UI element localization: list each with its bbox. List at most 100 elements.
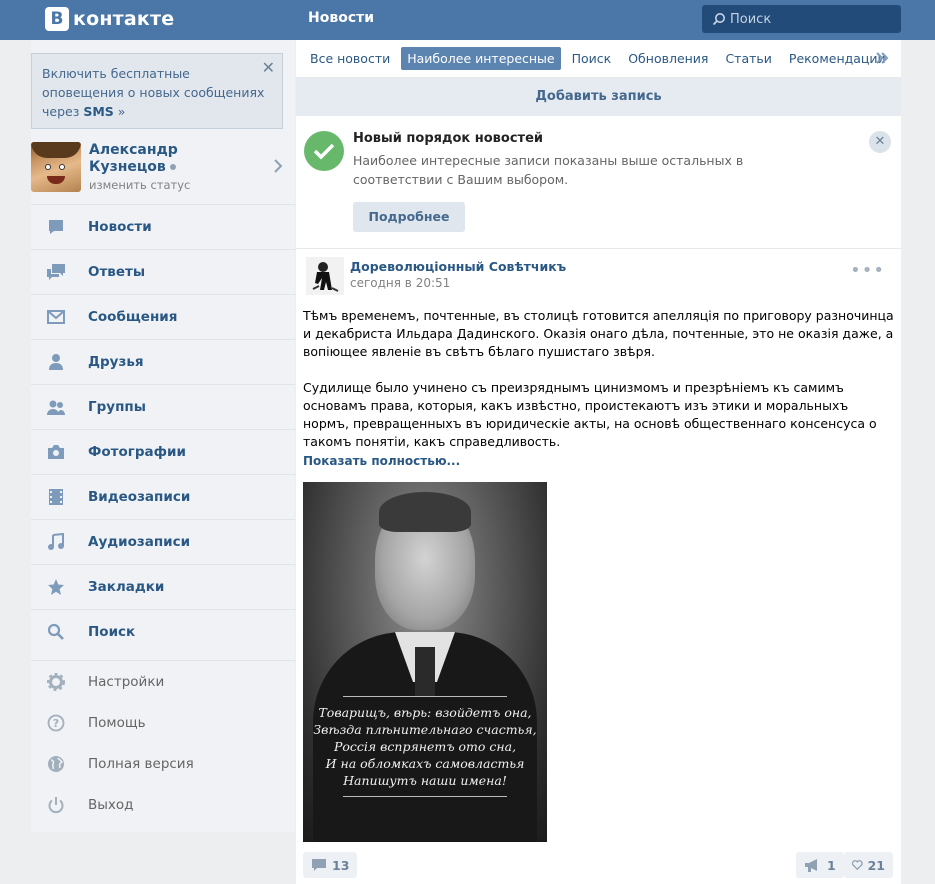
power-icon — [46, 795, 66, 815]
sms-notice-text: Включить бесплатные оповещения о новых с… — [42, 66, 265, 119]
feed-order-notice: Новый порядок новостей Наиболее интересн… — [296, 116, 901, 249]
feed-tabs: Все новости Наиболее интересные Поиск Об… — [296, 40, 901, 78]
profile-name[interactable]: Александр Кузнецов — [89, 142, 178, 176]
logo-text: контакте — [73, 8, 175, 30]
author-avatar[interactable] — [306, 257, 344, 295]
menu-label: Новости — [88, 219, 152, 235]
menu-item-news[interactable]: Новости — [31, 204, 295, 249]
secondary-menu: Настройки ? Помощь Полная версия Выход — [31, 660, 295, 825]
help-icon: ? — [46, 713, 66, 733]
change-status-link[interactable]: изменить статус — [89, 178, 190, 192]
menu-label: Помощь — [88, 714, 146, 731]
tab-updates[interactable]: Обновления — [622, 47, 714, 70]
sms-link[interactable]: SMS — [83, 104, 113, 119]
post-actions: 13 1 21 — [303, 852, 893, 878]
logo-mark: В — [45, 7, 69, 31]
show-more-link[interactable]: Показать полностью... — [303, 454, 460, 468]
menu-item-settings[interactable]: Настройки — [31, 661, 295, 702]
svg-text:?: ? — [53, 717, 59, 730]
groups-icon — [46, 397, 66, 417]
menu-item-replies[interactable]: Ответы — [31, 249, 295, 294]
messages-icon — [46, 307, 66, 327]
search-input[interactable]: Поиск — [702, 5, 901, 33]
caption-line: И на обломкахъ самовластья — [325, 756, 525, 771]
post-paragraph: Тѣмъ временемъ, почтенные, въ столицѣ го… — [303, 308, 894, 359]
menu-item-photos[interactable]: Фотографии — [31, 429, 295, 474]
share-button[interactable]: 1 — [796, 852, 844, 878]
chevron-right-icon[interactable] — [273, 158, 283, 174]
menu-label: Друзья — [88, 354, 144, 370]
add-post-button[interactable]: Добавить запись — [296, 78, 901, 116]
menu-label: Выход — [88, 796, 134, 813]
menu-item-groups[interactable]: Группы — [31, 384, 295, 429]
menu-label: Видеозаписи — [88, 489, 191, 505]
post-author[interactable]: Дореволюціонный Совѣтчикъ — [350, 259, 566, 274]
caption-line: Напишутъ наши имена! — [343, 773, 507, 788]
menu-item-messages[interactable]: Сообщения — [31, 294, 295, 339]
menu-item-videos[interactable]: Видеозаписи — [31, 474, 295, 519]
search-icon — [46, 622, 66, 642]
menu-label: Настройки — [88, 673, 165, 690]
megaphone-icon — [805, 859, 817, 872]
post-image[interactable]: Товарищъ, вѣрь: взойдетъ она, Звѣзда плѣ… — [303, 482, 547, 842]
tab-most-interesting[interactable]: Наиболее интересные — [401, 47, 561, 70]
heart-icon — [852, 860, 863, 871]
menu-item-friends[interactable]: Друзья — [31, 339, 295, 384]
caption-line: Звѣзда плѣнительнаго счастья, — [313, 722, 537, 737]
news-feed: Все новости Наиболее интересные Поиск Об… — [296, 40, 901, 884]
search-placeholder: Поиск — [730, 11, 772, 27]
close-icon[interactable]: ✕ — [869, 131, 891, 153]
menu-label: Сообщения — [88, 309, 178, 325]
notice-text: Наиболее интересные записи показаны выше… — [353, 153, 744, 187]
replies-icon — [46, 262, 66, 282]
double-chevron-right-icon[interactable] — [875, 50, 889, 66]
menu-label: Группы — [88, 399, 146, 415]
check-icon — [304, 131, 344, 171]
menu-item-logout[interactable]: Выход — [31, 784, 295, 825]
tab-search[interactable]: Поиск — [566, 47, 618, 70]
tab-all-news[interactable]: Все новости — [304, 47, 396, 70]
friends-icon — [46, 352, 66, 372]
avatar[interactable] — [31, 142, 81, 192]
close-icon[interactable]: ✕ — [262, 58, 275, 77]
menu-item-bookmarks[interactable]: Закладки — [31, 564, 295, 609]
news-icon — [46, 217, 66, 237]
caption-line: Россія вспрянетъ ото сна, — [333, 739, 517, 754]
menu-label: Ответы — [88, 264, 146, 280]
learn-more-button[interactable]: Подробнее — [353, 202, 465, 232]
camera-icon — [46, 442, 66, 462]
post-paragraph: Судилище было учинено съ преизряднымъ ци… — [303, 380, 877, 449]
sms-suffix: » — [117, 104, 126, 119]
search-icon — [712, 13, 725, 26]
menu-label: Аудиозаписи — [88, 534, 191, 550]
online-indicator — [169, 164, 176, 170]
like-count: 21 — [867, 857, 885, 873]
vk-logo[interactable]: В контакте — [45, 6, 174, 32]
comment-button[interactable]: 13 — [303, 852, 358, 878]
music-note-icon — [46, 532, 66, 552]
menu-item-full-version[interactable]: Полная версия — [31, 743, 295, 784]
star-icon — [46, 577, 66, 597]
menu-label: Поиск — [88, 624, 136, 640]
menu-item-audio[interactable]: Аудиозаписи — [31, 519, 295, 564]
globe-icon — [46, 754, 66, 774]
post-date[interactable]: сегодня в 20:51 — [350, 276, 450, 290]
gear-icon — [46, 672, 66, 692]
menu-label: Полная версия — [88, 755, 194, 772]
top-header: В контакте Новости Поиск — [0, 0, 935, 40]
more-options-icon[interactable]: ••• — [850, 262, 885, 280]
page-title: Новости — [308, 10, 375, 26]
sms-notice[interactable]: ✕ Включить бесплатные оповещения о новых… — [31, 53, 283, 129]
sidebar: ✕ Включить бесплатные оповещения о новых… — [31, 40, 295, 832]
menu-label: Закладки — [88, 579, 165, 595]
share-count: 1 — [827, 857, 836, 873]
tab-articles[interactable]: Статьи — [719, 47, 777, 70]
menu-item-help[interactable]: ? Помощь — [31, 702, 295, 743]
caption-line: Товарищъ, вѣрь: взойдетъ она, — [318, 705, 532, 720]
menu-item-search[interactable]: Поиск — [31, 609, 295, 654]
profile-first-name: Александр — [89, 142, 178, 158]
like-button[interactable]: 21 — [844, 852, 893, 878]
notice-title: Новый порядок новостей — [353, 131, 544, 146]
main-menu: Новости Ответы Сообщения Друзья Группы Ф… — [31, 204, 295, 654]
profile-block[interactable]: Александр Кузнецов изменить статус — [31, 138, 295, 204]
